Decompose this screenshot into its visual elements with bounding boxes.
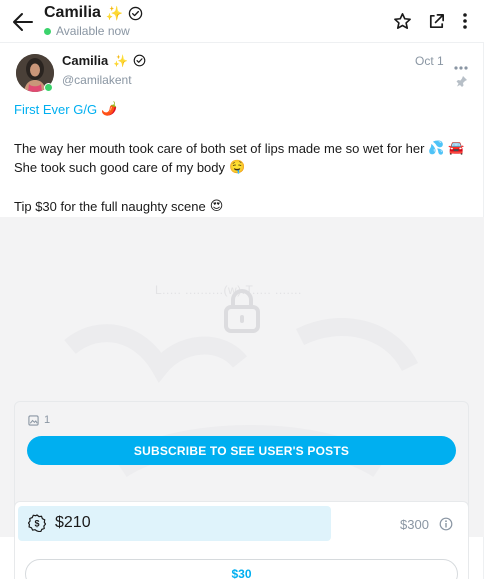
- caption-line-2: The way her mouth took care of both set …: [14, 140, 464, 156]
- image-icon: [28, 414, 39, 426]
- lock-icon: [224, 287, 260, 333]
- header-name-row: Camilia ✨: [44, 4, 143, 22]
- tip-button[interactable]: $30: [25, 559, 458, 579]
- post-name-row: Camilia ✨: [62, 53, 146, 68]
- drooling-emoji: 🤤: [229, 159, 246, 174]
- verified-icon: [133, 54, 146, 67]
- caption-text: Tip $30 for the full naughty scene: [14, 198, 206, 214]
- chat-header: Camilia ✨ Available now: [0, 0, 484, 42]
- online-indicator: [44, 27, 51, 35]
- sparkles-emoji: ✨: [113, 53, 129, 68]
- tip-amount-row: $ $210: [28, 514, 91, 532]
- online-status: Available now: [44, 24, 130, 38]
- dollar-badge-icon: $: [28, 514, 46, 532]
- caption-text: She took such good care of my body: [14, 159, 226, 175]
- sweat-car-emoji: 💦 🚘: [428, 140, 465, 155]
- caption-line-4: Tip $30 for the full naughty scene 😍: [14, 198, 223, 214]
- info-icon[interactable]: [439, 517, 453, 531]
- post-author-name[interactable]: Camilia: [62, 53, 108, 68]
- caption-line-1: First Ever G/G 🌶️: [14, 101, 117, 117]
- back-arrow-icon[interactable]: [12, 12, 34, 32]
- tip-collected-amount: $210: [55, 514, 91, 531]
- share-icon[interactable]: [426, 11, 446, 31]
- more-vertical-icon[interactable]: [460, 11, 470, 31]
- svg-text:$: $: [34, 519, 39, 529]
- pin-icon: [456, 74, 468, 87]
- more-horizontal-icon[interactable]: [454, 57, 468, 70]
- post-author-handle[interactable]: @camilakent: [62, 73, 132, 87]
- heart-eyes-emoji: 😍: [209, 198, 224, 213]
- caption-text: The way her mouth took care of both set …: [14, 140, 425, 156]
- media-count: 1: [28, 414, 50, 426]
- chili-emoji: 🌶️: [101, 101, 118, 116]
- sparkles-emoji: ✨: [105, 4, 124, 21]
- tip-goal-amount: $300: [400, 517, 429, 532]
- star-icon[interactable]: [392, 11, 412, 31]
- avatar-online-indicator: [44, 83, 53, 92]
- media-count-value: 1: [44, 414, 51, 426]
- header-name[interactable]: Camilia: [44, 4, 101, 22]
- caption-line-3: She took such good care of my body 🤤: [14, 159, 245, 175]
- post-card: Camilia ✨ @camilakent Oct 1 First Ever G…: [0, 42, 484, 579]
- subscribe-button[interactable]: SUBSCRIBE TO SEE USER'S POSTS: [27, 436, 456, 465]
- caption-text: First Ever G/G: [14, 101, 98, 117]
- verified-icon: [128, 6, 143, 21]
- post-date: Oct 1: [415, 54, 444, 68]
- status-text: Available now: [56, 24, 130, 38]
- header-actions: [392, 11, 470, 31]
